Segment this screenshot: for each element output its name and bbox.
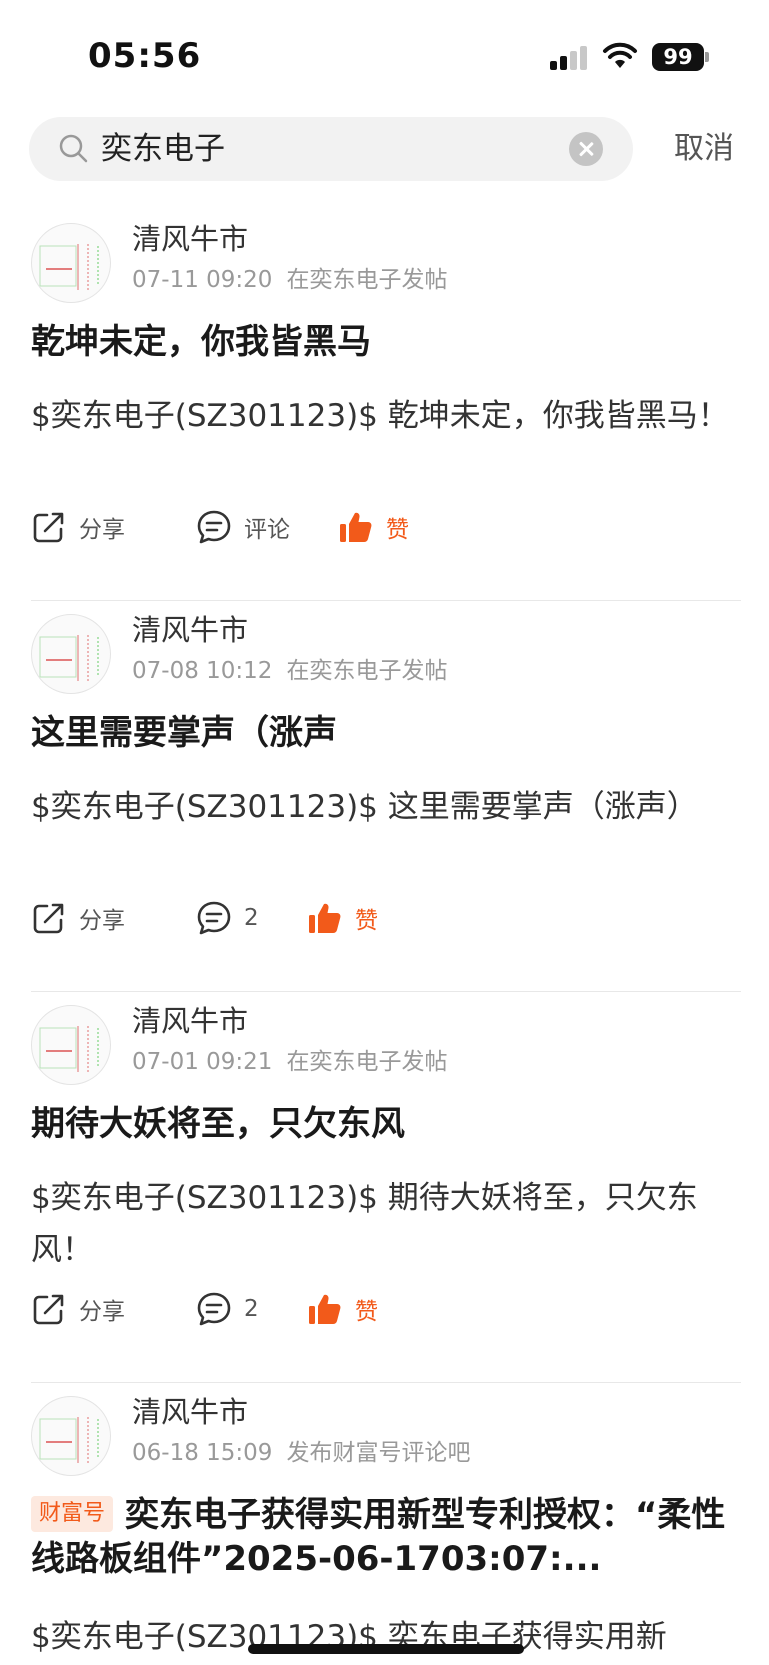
post-actions: 分享 2 赞: [31, 1287, 741, 1331]
status-time: 05:56: [88, 36, 202, 76]
post-time: 07-08 10:12: [132, 658, 273, 684]
post-source: 在奕东电子发帖: [286, 267, 448, 293]
post-item[interactable]: 清风牛市 06-18 15:09 发布财富号评论吧 财富号 奕东电子获得实用新型专利…: [0, 1383, 769, 1665]
like-label: 赞: [355, 908, 378, 934]
share-label: 分享: [79, 517, 125, 543]
post-item[interactable]: 清风牛市 07-08 10:12 在奕东电子发帖 这里需要掌声（涨声 $奕东电子(…: [0, 601, 769, 992]
post-meta: 06-18 15:09 发布财富号评论吧: [132, 1438, 470, 1468]
share-label: 分享: [79, 1299, 125, 1325]
author-name[interactable]: 清风牛市: [132, 220, 248, 258]
post-actions: 分享 评论 赞: [31, 505, 741, 549]
share-icon: [33, 512, 64, 543]
share-icon: [33, 903, 64, 934]
comment-icon: [197, 901, 231, 935]
post-title[interactable]: 这里需要掌声（涨声: [31, 711, 741, 755]
share-button[interactable]: 分享: [31, 896, 125, 940]
comment-icon: [197, 510, 231, 544]
status-bar: 05:56 99: [0, 0, 769, 110]
author-name[interactable]: 清风牛市: [132, 611, 248, 649]
wifi-icon: [603, 42, 637, 68]
thumbs-up-icon: [340, 512, 372, 542]
post-time: 07-01 09:21: [132, 1049, 273, 1075]
post-source: 在奕东电子发帖: [286, 658, 448, 684]
post-item[interactable]: 清风牛市 07-01 09:21 在奕东电子发帖 期待大妖将至，只欠东风 $奕东电…: [0, 992, 769, 1383]
avatar[interactable]: [31, 1005, 111, 1085]
post-feed: 清风牛市 07-11 09:20 在奕东电子发帖 乾坤未定，你我皆黑马 $奕东电子…: [0, 210, 769, 1665]
post-title[interactable]: 财富号 奕东电子获得实用新型专利授权：“柔性线路板组件”2025-06-1703:…: [31, 1493, 741, 1581]
post-title-text: 奕东电子获得实用新型专利授权：“柔性线路板组件”2025-06-1703:07:…: [31, 1495, 726, 1579]
comment-button[interactable]: 2: [196, 896, 259, 940]
author-name[interactable]: 清风牛市: [132, 1393, 248, 1431]
like-button[interactable]: 赞: [307, 1287, 378, 1331]
search-input[interactable]: 奕东电子: [29, 117, 633, 181]
post-source: 发布财富号评论吧: [286, 1440, 471, 1466]
like-button[interactable]: 赞: [307, 896, 378, 940]
comment-icon: [197, 1292, 231, 1326]
home-indicator: [248, 1644, 524, 1654]
post-time: 07-11 09:20: [132, 267, 273, 293]
comment-label: 评论: [244, 517, 290, 543]
post-meta: 07-11 09:20 在奕东电子发帖: [132, 265, 447, 295]
post-title[interactable]: 乾坤未定，你我皆黑马: [31, 320, 741, 364]
post-actions: 分享 2 赞: [31, 896, 741, 940]
search-icon: [59, 134, 88, 163]
share-label: 分享: [79, 908, 125, 934]
share-button[interactable]: 分享: [31, 1287, 125, 1331]
author-name[interactable]: 清风牛市: [132, 1002, 248, 1040]
search-query[interactable]: 奕东电子: [101, 129, 225, 169]
post-meta: 07-01 09:21 在奕东电子发帖: [132, 1047, 447, 1077]
share-icon: [33, 1294, 64, 1325]
avatar[interactable]: [31, 1396, 111, 1476]
caifuhao-badge: 财富号: [31, 1496, 114, 1532]
post-body[interactable]: $奕东电子(SZ301123)$ 这里需要掌声（涨声）: [31, 781, 731, 833]
post-meta: 07-08 10:12 在奕东电子发帖: [132, 656, 447, 686]
comment-count: 2: [244, 905, 259, 931]
cancel-button[interactable]: 取消: [674, 129, 734, 169]
battery-nub: [705, 52, 709, 62]
comment-button[interactable]: 2: [196, 1287, 259, 1331]
post-title[interactable]: 期待大妖将至，只欠东风: [31, 1102, 741, 1146]
comment-button[interactable]: 评论: [196, 505, 290, 549]
post-time: 06-18 15:09: [132, 1440, 273, 1466]
clear-icon[interactable]: [569, 132, 603, 166]
search-bar: 奕东电子 取消: [0, 117, 769, 181]
like-label: 赞: [355, 1299, 378, 1325]
like-label: 赞: [386, 517, 409, 543]
thumbs-up-icon: [309, 1294, 341, 1324]
avatar[interactable]: [31, 223, 111, 303]
comment-count: 2: [244, 1296, 259, 1322]
avatar[interactable]: [31, 614, 111, 694]
post-body[interactable]: $奕东电子(SZ301123)$ 乾坤未定，你我皆黑马！: [31, 390, 731, 442]
post-source: 在奕东电子发帖: [286, 1049, 448, 1075]
post-body[interactable]: $奕东电子(SZ301123)$ 奕东电子获得实用新: [31, 1611, 731, 1663]
post-item[interactable]: 清风牛市 07-11 09:20 在奕东电子发帖 乾坤未定，你我皆黑马 $奕东电子…: [0, 210, 769, 601]
battery-icon: 99: [652, 43, 704, 71]
thumbs-up-icon: [309, 903, 341, 933]
like-button[interactable]: 赞: [338, 505, 409, 549]
post-body[interactable]: $奕东电子(SZ301123)$ 期待大妖将至，只欠东风！: [31, 1172, 731, 1276]
cellular-signal-icon: [550, 44, 590, 70]
share-button[interactable]: 分享: [31, 505, 125, 549]
